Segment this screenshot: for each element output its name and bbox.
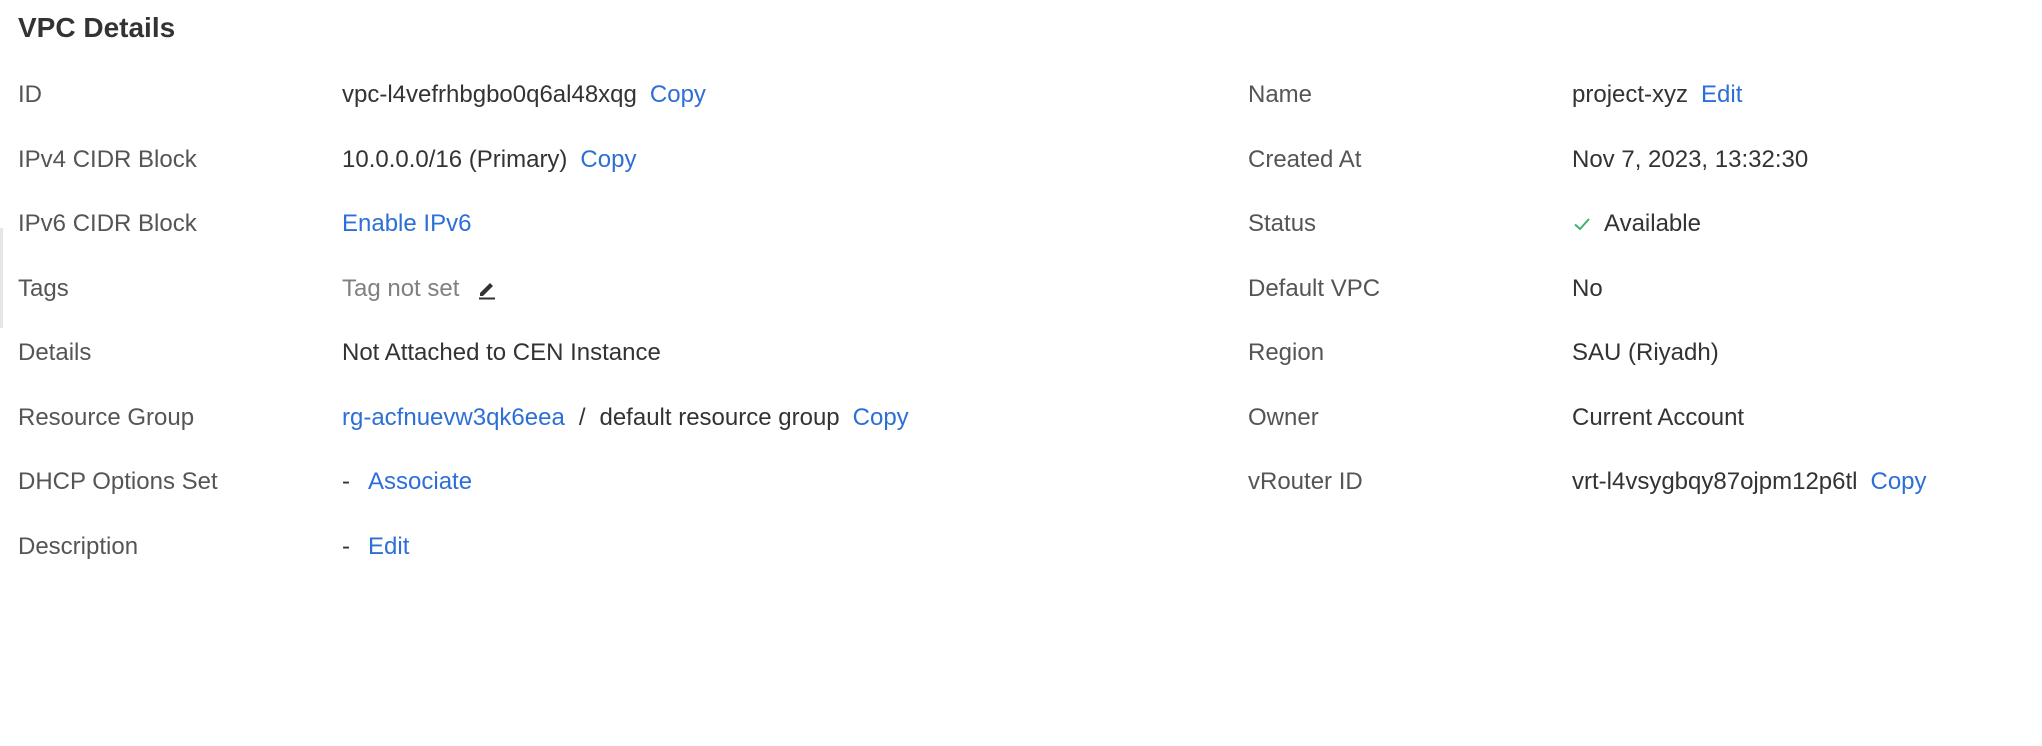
edit-name-link[interactable]: Edit: [1701, 80, 1742, 110]
dhcp-value: -: [342, 468, 350, 495]
name-label: Name: [1248, 81, 1313, 108]
ipv6-label: IPv6 CIDR Block: [18, 210, 197, 237]
row-dhcp: DHCP Options Set - Associate: [18, 467, 909, 532]
resource-group-separator: /: [578, 403, 586, 431]
vpc-details-panel: VPC Details ID vpc-l4vefrhbgbo0q6al48xqg…: [0, 0, 2042, 746]
dhcp-value-group: - Associate: [342, 467, 472, 497]
vrouter-value-group: vrt-l4vsygbqy87ojpm12p6tl Copy: [1572, 467, 1927, 497]
associate-dhcp-link[interactable]: Associate: [368, 467, 472, 497]
vrouter-id-value: vrt-l4vsygbqy87ojpm12p6tl: [1572, 468, 1858, 495]
row-default-vpc: Default VPC No: [1248, 274, 1927, 339]
resource-group-id-link[interactable]: rg-acfnuevw3qk6eea: [342, 403, 565, 433]
status-value-group: Available: [1572, 209, 1701, 239]
copy-vrouter-id-button[interactable]: Copy: [1870, 467, 1926, 497]
resource-group-label: Resource Group: [18, 403, 195, 431]
cen-status-value: Not Attached to CEN Instance: [342, 339, 661, 366]
vpc-id-value: vpc-l4vefrhbgbo0q6al48xqg: [342, 81, 637, 108]
tags-label: Tags: [18, 274, 69, 302]
owner-value: Current Account: [1572, 403, 1745, 431]
row-id: ID vpc-l4vefrhbgbo0q6al48xqg Copy: [18, 80, 909, 145]
row-owner: Owner Current Account: [1248, 403, 1927, 468]
details-right-column: Name project-xyz Edit Created At Nov 7, …: [1248, 80, 1927, 532]
row-region: Region SAU (Riyadh): [1248, 338, 1927, 403]
dhcp-label: DHCP Options Set: [18, 468, 218, 495]
resource-group-value-group: rg-acfnuevw3qk6eea / default resource gr…: [342, 403, 909, 433]
copy-ipv4-button[interactable]: Copy: [580, 145, 636, 175]
id-value-group: vpc-l4vefrhbgbo0q6al48xqg Copy: [342, 80, 706, 110]
description-value-group: - Edit: [342, 532, 409, 562]
row-resource-group: Resource Group rg-acfnuevw3qk6eea / defa…: [18, 403, 909, 468]
created-at-value: Nov 7, 2023, 13:32:30: [1572, 145, 1809, 173]
region-value: SAU (Riyadh): [1572, 339, 1719, 366]
page-title: VPC Details: [18, 12, 176, 43]
row-created-at: Created At Nov 7, 2023, 13:32:30: [1248, 145, 1927, 210]
region-label: Region: [1248, 339, 1325, 366]
left-edge-divider: [0, 228, 3, 328]
check-icon: [1572, 214, 1592, 234]
edit-description-link[interactable]: Edit: [368, 532, 409, 562]
description-label: Description: [18, 532, 139, 560]
name-value-group: project-xyz Edit: [1572, 80, 1742, 110]
status-value: Available: [1604, 210, 1701, 237]
description-value: -: [342, 532, 350, 560]
region-value-group: SAU (Riyadh): [1572, 338, 1719, 368]
row-name: Name project-xyz Edit: [1248, 80, 1927, 145]
details-value-group: Not Attached to CEN Instance: [342, 338, 661, 368]
owner-label: Owner: [1248, 403, 1319, 431]
status-label: Status: [1248, 210, 1317, 237]
row-status: Status Available: [1248, 209, 1927, 274]
ipv4-cidr-value: 10.0.0.0/16 (Primary): [342, 145, 568, 173]
owner-value-group: Current Account: [1572, 403, 1744, 433]
default-vpc-value-group: No: [1572, 274, 1603, 304]
tags-value-group: Tag not set: [342, 274, 498, 304]
row-details: Details Not Attached to CEN Instance: [18, 338, 909, 403]
enable-ipv6-link[interactable]: Enable IPv6: [342, 209, 471, 239]
row-ipv4: IPv4 CIDR Block 10.0.0.0/16 (Primary) Co…: [18, 145, 909, 210]
row-description: Description - Edit: [18, 532, 909, 597]
row-tags: Tags Tag not set: [18, 274, 909, 339]
created-at-value-group: Nov 7, 2023, 13:32:30: [1572, 145, 1808, 175]
details-label: Details: [18, 339, 92, 366]
edit-icon[interactable]: [476, 278, 498, 300]
ipv4-label: IPv4 CIDR Block: [18, 145, 197, 173]
copy-resource-group-button[interactable]: Copy: [853, 403, 909, 433]
row-ipv6: IPv6 CIDR Block Enable IPv6: [18, 209, 909, 274]
details-left-column: ID vpc-l4vefrhbgbo0q6al48xqg Copy IPv4 C…: [18, 80, 909, 596]
default-vpc-label: Default VPC: [1248, 274, 1381, 302]
copy-vpc-id-button[interactable]: Copy: [650, 80, 706, 110]
vrouter-label: vRouter ID: [1248, 468, 1363, 495]
id-label: ID: [18, 81, 42, 108]
ipv6-value-group: Enable IPv6: [342, 209, 471, 239]
tags-value: Tag not set: [342, 274, 460, 302]
default-vpc-value: No: [1572, 274, 1603, 302]
resource-group-name: default resource group: [599, 403, 840, 431]
vpc-name-value: project-xyz: [1572, 81, 1689, 108]
created-at-label: Created At: [1248, 145, 1362, 173]
ipv4-value-group: 10.0.0.0/16 (Primary) Copy: [342, 145, 636, 175]
row-vrouter: vRouter ID vrt-l4vsygbqy87ojpm12p6tl Cop…: [1248, 467, 1927, 532]
